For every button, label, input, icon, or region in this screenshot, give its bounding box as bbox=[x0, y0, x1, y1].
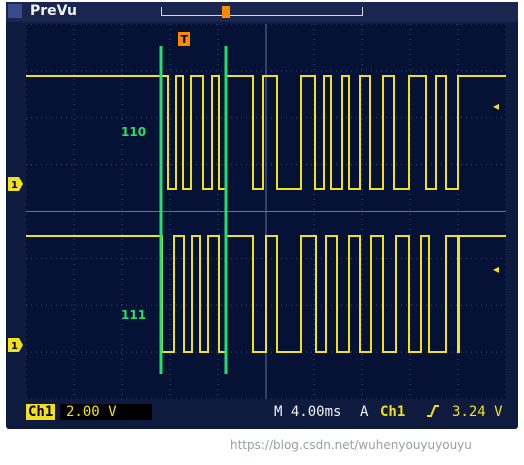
trigger-level-arrow-icon: ◂ bbox=[493, 262, 499, 276]
waveform-screen: 110 111 T ◂ ◂ bbox=[25, 23, 507, 400]
channel-ground-marker-icon[interactable]: 1 bbox=[8, 338, 24, 352]
channel-badge[interactable]: Ch1 bbox=[26, 404, 56, 420]
cursor-label-bottom: 111 bbox=[121, 308, 146, 322]
bottom-status-bar: Ch1 2.00 V M 4.00ms A Ch1 3.24 V bbox=[6, 399, 518, 429]
trigger-source-prefix: A bbox=[360, 404, 369, 420]
trigger-level-readout: 3.24 V bbox=[452, 404, 503, 420]
acquisition-status: PreVu bbox=[30, 3, 77, 19]
waveform-svg: 110 111 T ◂ ◂ bbox=[25, 23, 507, 400]
rising-edge-icon bbox=[426, 404, 440, 422]
acquisition-indicator-icon bbox=[8, 4, 22, 18]
record-position-marker-icon bbox=[222, 6, 230, 18]
vertical-scale: 2.00 V bbox=[60, 404, 152, 420]
record-position-bar bbox=[161, 7, 363, 16]
ground-marker-label: 1 bbox=[11, 180, 18, 191]
channel-ground-marker-icon[interactable]: 1 bbox=[8, 177, 24, 191]
ground-marker-label: 1 bbox=[11, 341, 18, 352]
trace-lower-waveform bbox=[26, 235, 506, 353]
trigger-level-arrow-icon: ◂ bbox=[493, 99, 499, 113]
timebase-readout: M 4.00ms bbox=[274, 404, 342, 420]
watermark-text: https://blog.csdn.net/wuhenyouyuyouyu bbox=[230, 438, 472, 452]
oscilloscope-display: PreVu 110 111 T ◂ ◂ 1 1 Ch1 2.00 V M 4.0… bbox=[6, 2, 518, 429]
trigger-channel: Ch1 bbox=[380, 404, 406, 420]
top-status-bar: PreVu bbox=[6, 2, 518, 22]
trigger-marker-label: T bbox=[181, 33, 189, 46]
cursor-label-top: 110 bbox=[121, 125, 146, 139]
